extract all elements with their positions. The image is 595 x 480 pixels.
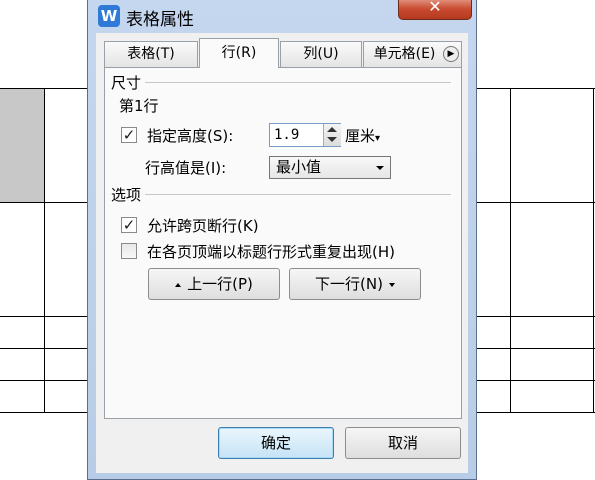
selected-cell-shading [0, 89, 44, 202]
spin-up-icon[interactable] [327, 127, 337, 132]
next-row-button[interactable]: 下一行(N) [289, 268, 421, 300]
size-group-label: 尺寸 [111, 72, 146, 93]
arrow-down-icon [388, 282, 395, 287]
height-spinner[interactable] [323, 124, 341, 146]
tab-row[interactable]: 行(R) [199, 38, 279, 68]
group-divider [145, 194, 451, 195]
table-border [477, 412, 595, 413]
dialog-title: 表格属性 [126, 10, 194, 30]
table-border [477, 202, 595, 203]
spin-down-icon[interactable] [327, 137, 337, 142]
table-border [477, 88, 595, 89]
chevron-down-icon [376, 166, 384, 170]
allow-row-break-label[interactable]: 允许跨页断行(K) [147, 215, 259, 236]
table-border [593, 88, 594, 413]
previous-row-label: 上一行(P) [187, 275, 253, 293]
table-border [477, 380, 595, 381]
row-tab-panel: 尺寸 第1行 ✓ 指定高度(S): 1.9 厘米▾ 行高值是(I): 最小值 选… [104, 67, 462, 419]
wps-app-icon: W [98, 5, 120, 27]
previous-row-button[interactable]: 上一行(P) [148, 268, 280, 300]
unit-label: 厘米 [345, 127, 376, 145]
table-border [510, 88, 511, 413]
unit-dropdown-arrow-icon: ▾ [375, 133, 381, 144]
specify-height-label[interactable]: 指定高度(S): [147, 125, 233, 146]
row-number-label: 第1行 [119, 97, 159, 115]
close-button[interactable]: ✕ [398, 0, 472, 20]
cancel-button[interactable]: 取消 [345, 427, 461, 459]
group-divider [145, 82, 451, 83]
table-properties-dialog: W 表格属性 ✕ 表格(T) 行(R) 列(U) 单元格(E) ▶ 尺寸 第1行… [87, 0, 477, 480]
repeat-header-label[interactable]: 在各页顶端以标题行形式重复出现(H) [147, 241, 395, 262]
table-border [477, 316, 595, 317]
dialog-body: 表格(T) 行(R) 列(U) 单元格(E) ▶ 尺寸 第1行 ✓ 指定高度(S… [96, 33, 468, 473]
arrow-up-icon [175, 282, 182, 287]
tab-table[interactable]: 表格(T) [104, 41, 198, 67]
tab-column[interactable]: 列(U) [280, 41, 362, 67]
tabs-scroll-right-icon[interactable]: ▶ [443, 46, 459, 62]
specify-height-checkbox[interactable]: ✓ [121, 127, 137, 143]
row-height-is-label: 行高值是(I): [145, 159, 227, 177]
unit-dropdown[interactable]: 厘米▾ [345, 125, 380, 146]
repeat-header-checkbox[interactable] [121, 243, 137, 259]
row-height-mode-value: 最小值 [276, 158, 322, 176]
title-bar[interactable]: W 表格属性 ✕ [88, 0, 476, 33]
options-group-label: 选项 [111, 184, 146, 205]
table-border [477, 348, 595, 349]
allow-row-break-checkbox[interactable]: ✓ [121, 217, 137, 233]
table-border [44, 88, 45, 413]
row-height-mode-select[interactable]: 最小值 [269, 156, 391, 179]
next-row-label: 下一行(N) [315, 275, 383, 293]
ok-button[interactable]: 确定 [218, 427, 334, 459]
